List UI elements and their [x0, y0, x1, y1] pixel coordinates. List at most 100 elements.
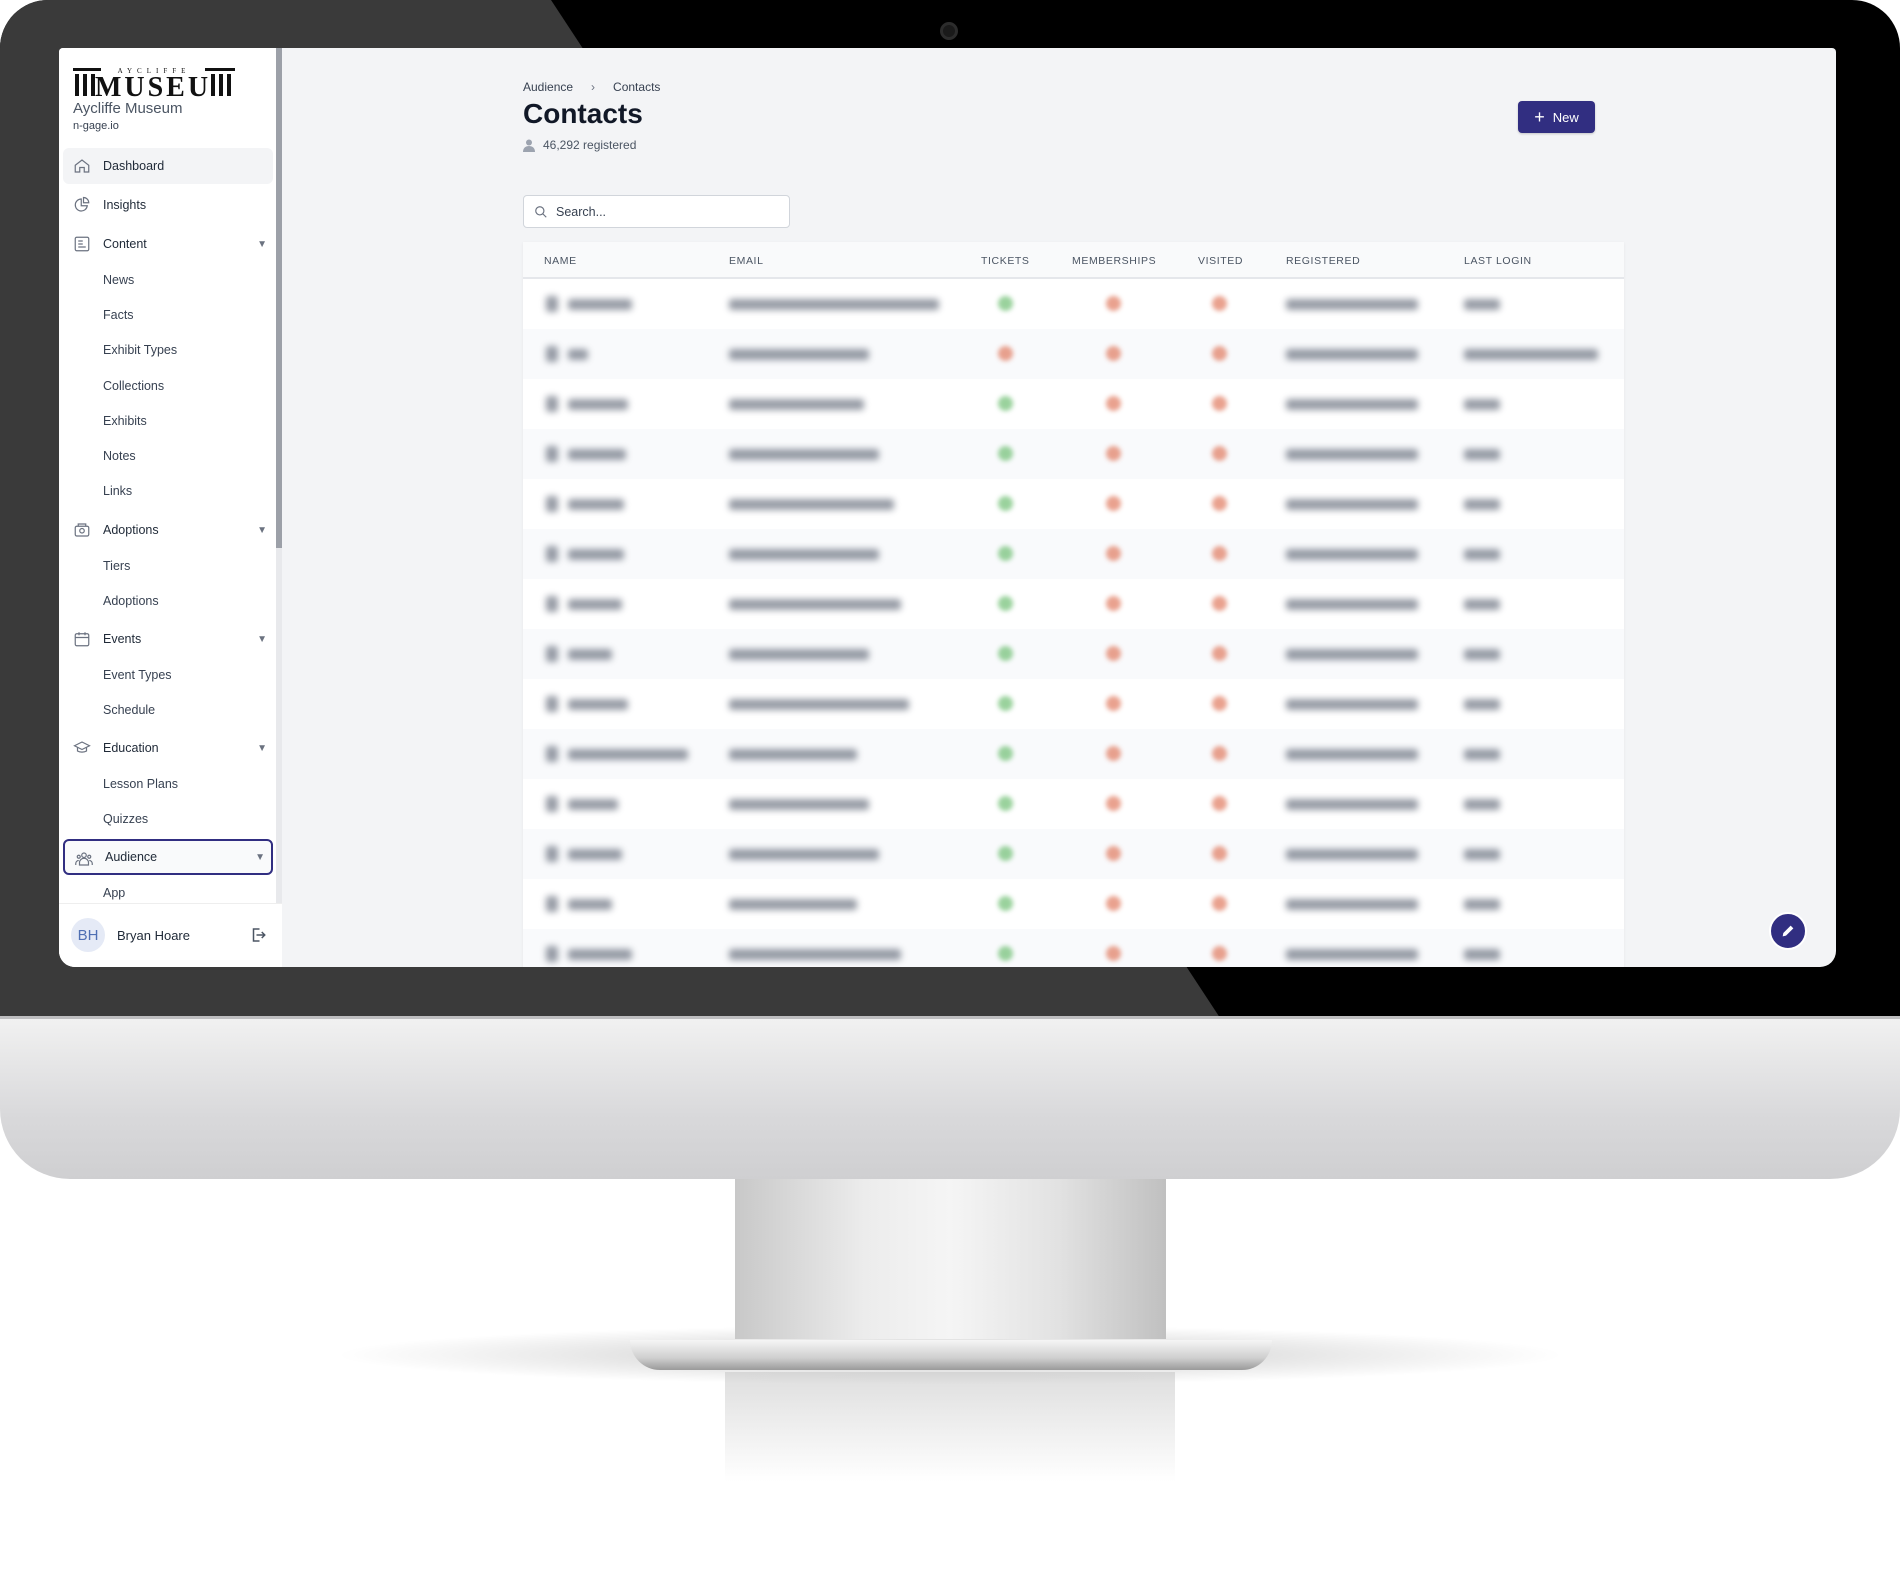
pie-chart-icon: [73, 196, 91, 214]
row-email-redacted: [729, 649, 869, 660]
table-row[interactable]: [523, 829, 1624, 879]
row-last-login-redacted: [1464, 849, 1500, 860]
museum-logo: AYCLIFFE MUSEU: [73, 66, 235, 103]
sidebar-subitem-event-types[interactable]: Event Types: [103, 668, 172, 682]
sidebar-subitem-quizzes[interactable]: Quizzes: [103, 812, 148, 826]
table-row[interactable]: [523, 329, 1624, 379]
sidebar-subitem-adoptions[interactable]: Adoptions: [103, 594, 159, 608]
table-row[interactable]: [523, 579, 1624, 629]
sidebar-subitem-tiers[interactable]: Tiers: [103, 559, 130, 573]
sidebar-subitem-lesson-plans[interactable]: Lesson Plans: [103, 777, 178, 791]
visited-status-dot: [1212, 546, 1227, 561]
row-name-redacted: [568, 799, 618, 810]
memberships-status-dot: [1106, 796, 1121, 811]
table-row[interactable]: [523, 929, 1624, 967]
row-name-redacted: [568, 749, 688, 760]
plus-icon: +: [1534, 107, 1545, 127]
sidebar-item-audience[interactable]: Audience ▼: [63, 839, 273, 875]
sidebar-subitem-exhibit-types[interactable]: Exhibit Types: [103, 343, 177, 357]
col-last-login[interactable]: LAST LOGIN: [1464, 255, 1532, 267]
user-name: Bryan Hoare: [117, 928, 190, 943]
sidebar-subitem-collections[interactable]: Collections: [103, 379, 164, 393]
table-row[interactable]: [523, 479, 1624, 529]
user-icon: [523, 139, 535, 152]
caret-down-icon[interactable]: ▼: [257, 743, 267, 754]
col-visited[interactable]: VISITED: [1198, 255, 1243, 267]
col-registered[interactable]: REGISTERED: [1286, 255, 1360, 267]
row-registered-redacted: [1286, 549, 1418, 560]
new-contact-button[interactable]: + New: [1518, 101, 1595, 133]
pencil-icon: [1782, 925, 1794, 937]
row-name-redacted: [568, 399, 628, 410]
graduation-cap-icon: [73, 739, 91, 757]
sidebar-subitem-news[interactable]: News: [103, 273, 134, 287]
row-last-login-redacted: [1464, 799, 1500, 810]
table-row[interactable]: [523, 629, 1624, 679]
sidebar-item-dashboard[interactable]: Dashboard: [63, 148, 273, 184]
sidebar-item-adoptions[interactable]: Adoptions ▼: [63, 512, 273, 548]
caret-down-icon[interactable]: ▼: [255, 852, 265, 863]
table-row[interactable]: [523, 679, 1624, 729]
sidebar-item-insights[interactable]: Insights: [63, 187, 273, 223]
sidebar-item-education[interactable]: Education ▼: [63, 730, 273, 766]
row-last-login-redacted: [1464, 549, 1500, 560]
search-input[interactable]: Search...: [523, 195, 790, 228]
sidebar-item-label: Adoptions: [103, 523, 159, 537]
table-row[interactable]: [523, 429, 1624, 479]
col-email[interactable]: EMAIL: [729, 255, 764, 267]
sidebar-item-label: Insights: [103, 198, 147, 212]
memberships-status-dot: [1106, 446, 1121, 461]
row-registered-redacted: [1286, 949, 1418, 960]
table-row[interactable]: [523, 279, 1624, 329]
caret-down-icon[interactable]: ▼: [257, 634, 267, 645]
row-registered-redacted: [1286, 799, 1418, 810]
breadcrumb-audience[interactable]: Audience: [523, 80, 573, 94]
row-name-redacted: [568, 499, 624, 510]
table-row[interactable]: [523, 879, 1624, 929]
col-tickets[interactable]: TICKETS: [981, 255, 1030, 267]
avatar[interactable]: BH: [71, 918, 105, 952]
sidebar-subitem-schedule[interactable]: Schedule: [103, 703, 155, 717]
caret-down-icon[interactable]: ▼: [257, 525, 267, 536]
logout-icon[interactable]: [249, 926, 267, 944]
page-title: Contacts: [523, 98, 643, 129]
contacts-table: NAME EMAIL TICKETS MEMBERSHIPS VISITED R…: [523, 242, 1624, 967]
users-icon: [75, 850, 93, 868]
memberships-status-dot: [1106, 596, 1121, 611]
row-user-icon: [546, 746, 558, 762]
table-row[interactable]: [523, 379, 1624, 429]
sidebar-subitem-facts[interactable]: Facts: [103, 308, 134, 322]
edit-fab-button[interactable]: [1769, 912, 1807, 950]
row-user-icon: [546, 546, 558, 562]
sidebar-subitem-links[interactable]: Links: [103, 484, 132, 498]
caret-down-icon[interactable]: ▼: [257, 239, 267, 250]
breadcrumb: Audience › Contacts: [523, 80, 660, 94]
row-name-redacted: [568, 899, 612, 910]
monitor-stand: [735, 1179, 1166, 1339]
memberships-status-dot: [1106, 496, 1121, 511]
sidebar-subitem-exhibits[interactable]: Exhibits: [103, 414, 147, 428]
row-registered-redacted: [1286, 599, 1418, 610]
sidebar-scrollbar[interactable]: [276, 48, 282, 548]
table-row[interactable]: [523, 529, 1624, 579]
row-email-redacted: [729, 749, 857, 760]
sidebar-subitem-notes[interactable]: Notes: [103, 449, 136, 463]
row-last-login-redacted: [1464, 399, 1500, 410]
row-email-redacted: [729, 799, 869, 810]
col-memberships[interactable]: MEMBERSHIPS: [1072, 255, 1156, 267]
breadcrumb-contacts: Contacts: [613, 80, 661, 94]
row-email-redacted: [729, 399, 864, 410]
table-row[interactable]: [523, 729, 1624, 779]
row-user-icon: [546, 846, 558, 862]
row-registered-redacted: [1286, 899, 1418, 910]
visited-status-dot: [1212, 696, 1227, 711]
sidebar-item-content[interactable]: Content ▼: [63, 226, 273, 262]
row-name-redacted: [568, 549, 624, 560]
table-row[interactable]: [523, 779, 1624, 829]
row-email-redacted: [729, 599, 901, 610]
sidebar-item-events[interactable]: Events ▼: [63, 621, 273, 657]
memberships-status-dot: [1106, 696, 1121, 711]
row-email-redacted: [729, 899, 857, 910]
sidebar-subitem-app[interactable]: App: [103, 886, 125, 900]
col-name[interactable]: NAME: [544, 255, 577, 267]
